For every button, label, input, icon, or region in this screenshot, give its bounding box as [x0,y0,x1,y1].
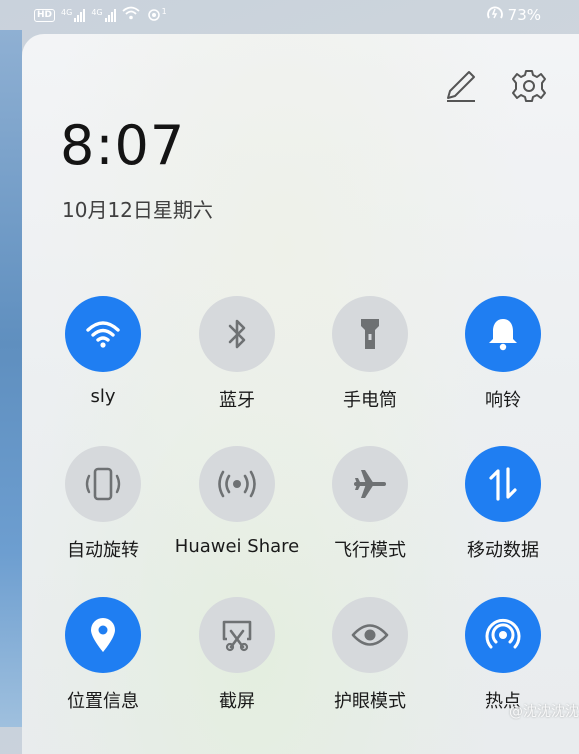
tile-flashlight[interactable]: 手电筒 [303,296,437,412]
tile-hotspot-toggle[interactable] [465,597,541,673]
wifi-icon [86,321,120,348]
signal-strength-icon: 4G [61,8,86,22]
tile-auto-rotate-toggle[interactable] [65,446,141,522]
tile-huawei-share-toggle[interactable] [199,446,275,522]
tile-auto-rotate[interactable]: 自动旋转 [36,446,170,562]
screenshot-icon [222,620,252,652]
clock-date[interactable]: 10月12日星期六 [62,194,213,223]
tile-label: 截屏 [219,691,255,712]
tile-label: 蓝牙 [219,390,255,411]
pencil-icon [447,71,475,102]
tile-label: sly [90,386,116,407]
status-bar: HD 4G 4G 1 73% [0,0,579,32]
tile-bluetooth[interactable]: 蓝牙 [170,296,304,412]
tile-label: 响铃 [485,390,521,411]
bluetooth-icon [228,319,246,349]
status-left: HD 4G 4G 1 [34,6,167,24]
settings-button[interactable] [509,66,549,106]
hd-badge: HD [34,8,56,22]
tile-screenshot-toggle[interactable] [199,597,275,673]
clock-time[interactable]: 8:07 [60,114,185,177]
hotspot-count: 1 [161,7,167,16]
tile-wifi-toggle[interactable] [65,296,141,372]
eye-icon [351,624,389,646]
tile-label: 手电筒 [343,390,397,411]
location-icon [91,618,115,652]
tile-location[interactable]: 位置信息 [36,597,170,713]
huawei-share-icon [218,470,256,498]
flashlight-icon [361,319,379,349]
tile-wifi[interactable]: sly [36,296,170,407]
airplane-icon [354,470,387,498]
tile-eye-comfort[interactable]: 护眼模式 [303,597,437,713]
tile-airplane-mode-toggle[interactable] [332,446,408,522]
signal-type-label: 4G [91,8,103,17]
gear-icon [512,70,546,102]
tile-label: 位置信息 [67,691,139,712]
tile-hotspot[interactable]: 热点 [436,597,570,713]
tile-ringer[interactable]: 响铃 [436,296,570,412]
tile-airplane-mode[interactable]: 飞行模式 [303,446,437,562]
battery-percent: 73% [507,6,541,24]
edit-button[interactable] [440,66,480,106]
signal-strength-icon: 4G [91,8,116,22]
hotspot-icon [485,618,521,649]
battery-charging-icon [486,5,504,25]
watermark: @沈沈沈沈 [509,704,579,720]
mobile-data-icon [489,467,517,501]
tile-label: 飞行模式 [334,540,406,561]
tile-mobile-data[interactable]: 移动数据 [436,446,570,562]
tile-screenshot[interactable]: 截屏 [170,597,304,713]
auto-rotate-icon [85,467,121,501]
tile-bluetooth-toggle[interactable] [199,296,275,372]
tile-eye-comfort-toggle[interactable] [332,597,408,673]
status-right: 73% [486,5,541,25]
signal-type-label: 4G [61,8,73,17]
tile-flashlight-toggle[interactable] [332,296,408,372]
wallpaper-edge [0,30,22,727]
bell-icon [489,319,517,351]
hotspot-status-icon: 1 [146,7,167,23]
tile-label: 自动旋转 [67,540,139,561]
tile-location-toggle[interactable] [65,597,141,673]
tile-ringer-toggle[interactable] [465,296,541,372]
tile-label: Huawei Share [174,536,300,557]
tile-label: 护眼模式 [334,691,406,712]
tile-huawei-share[interactable]: Huawei Share [170,446,304,557]
tile-mobile-data-toggle[interactable] [465,446,541,522]
tile-label: 移动数据 [467,540,539,561]
wifi-status-icon [122,6,140,24]
